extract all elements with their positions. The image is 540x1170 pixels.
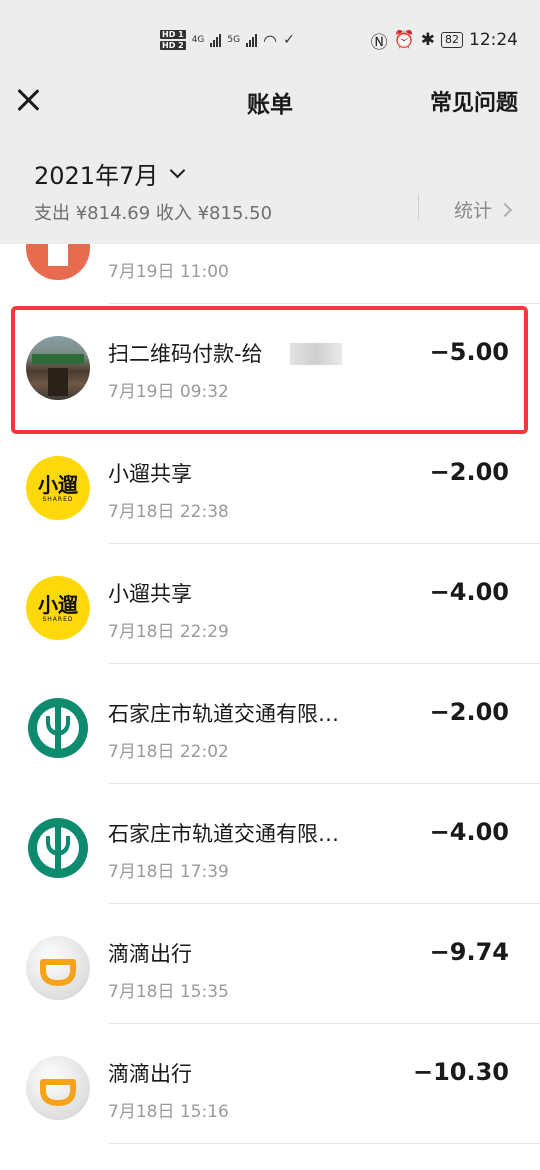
didi-icon xyxy=(40,959,76,986)
xiaoliu-logo-text: 小遛 xyxy=(38,472,78,497)
xiaoliu-logo-text: 小遛 xyxy=(38,592,78,617)
net1-label: 4G xyxy=(191,35,205,45)
xiaoliu-logo: 小遛 SHARED xyxy=(26,456,90,520)
transaction-amount: −10.30 xyxy=(412,1058,509,1086)
abc-bank-icon xyxy=(28,698,88,758)
transaction-name: 滴滴出行 xyxy=(108,1062,192,1086)
xiaoliu-logo-subtext: SHARED xyxy=(42,615,74,623)
transaction-time: 7月18日 22:29 xyxy=(108,622,229,642)
transaction-name: 滴滴出行 xyxy=(108,942,192,966)
transaction-time: 7月19日 11:00 xyxy=(108,262,229,282)
month-totals: 支出 ¥814.69 收入 ¥815.50 xyxy=(34,203,273,224)
partial-red-icon xyxy=(26,244,90,280)
didi-logo xyxy=(26,936,90,1000)
didi-logo xyxy=(26,1056,90,1120)
didi-icon xyxy=(40,1079,76,1106)
transaction-amount: −9.74 xyxy=(429,938,509,966)
list-item[interactable]: 滴滴出行 7月18日 15:16 −10.30 xyxy=(0,1024,540,1144)
list-item[interactable]: 石家庄市轨道交通有限… 7月18日 22:02 −2.00 xyxy=(0,664,540,784)
list-item[interactable]: 小遛 SHARED 小遛共享 7月18日 22:29 −4.00 xyxy=(0,544,540,664)
signal-icon-2 xyxy=(246,33,258,47)
wifi-icon: ◠ xyxy=(263,30,278,50)
transaction-name: 小遛共享 xyxy=(108,582,192,606)
signal-icon xyxy=(210,33,222,47)
status-bar: HD 1 HD 2 4G 5G ◠ ✓ Ⓝ ⏰ ✱ 82 12:24 xyxy=(0,0,540,78)
month-label: 2021年7月 xyxy=(34,162,159,190)
transaction-time: 7月18日 22:02 xyxy=(108,742,229,762)
chevron-down-icon xyxy=(170,162,186,179)
battery-icon: 82 xyxy=(441,32,463,48)
transaction-amount: −4.00 xyxy=(429,578,509,606)
net2-label: 5G xyxy=(227,35,241,45)
hd1-badge: HD 1 xyxy=(160,30,186,39)
abc-bank-icon xyxy=(28,818,88,878)
transaction-amount: −4.00 xyxy=(429,818,509,846)
transaction-name: 石家庄市轨道交通有限… xyxy=(108,702,339,726)
bluetooth-icon: ✱ xyxy=(420,30,435,50)
clock: 12:24 xyxy=(469,30,518,50)
row-divider xyxy=(108,1143,540,1144)
xiaoliu-logo-subtext: SHARED xyxy=(42,495,74,503)
month-summary: 2021年7月 支出 ¥814.69 收入 ¥815.50 统计 xyxy=(0,132,540,244)
chevron-right-icon xyxy=(497,202,513,217)
faq-link[interactable]: 常见问题 xyxy=(430,85,518,117)
alarm-icon: ⏰ xyxy=(393,30,415,50)
hd2-badge: HD 2 xyxy=(160,41,186,50)
transaction-time: 7月18日 17:39 xyxy=(108,862,229,882)
transaction-amount: −2.00 xyxy=(429,698,509,726)
nfc-icon: Ⓝ xyxy=(370,32,388,53)
month-selector[interactable]: 2021年7月 xyxy=(34,156,186,191)
divider xyxy=(418,194,419,220)
list-item[interactable]: 石家庄市轨道交通有限… 7月18日 17:39 −4.00 xyxy=(0,784,540,904)
stats-label: 统计 xyxy=(454,200,493,222)
status-right: Ⓝ ⏰ ✱ 82 12:24 xyxy=(370,28,518,53)
transaction-time: 7月18日 15:35 xyxy=(108,982,229,1002)
highlight-frame xyxy=(11,306,528,434)
list-item[interactable]: 小遛 SHARED 小遛共享 7月18日 22:38 −2.00 xyxy=(0,424,540,544)
abc-bank-logo xyxy=(26,696,90,760)
stats-button[interactable]: 统计 xyxy=(454,196,513,223)
transaction-time: 7月18日 22:38 xyxy=(108,502,229,522)
abc-bank-logo xyxy=(26,816,90,880)
hd-badges: HD 1 HD 2 xyxy=(160,30,186,50)
transaction-time: 7月18日 15:16 xyxy=(108,1102,229,1122)
list-item[interactable]: 7月19日 11:00 xyxy=(0,244,540,304)
notification-icon: ✓ xyxy=(283,32,295,48)
transaction-name: 小遛共享 xyxy=(108,462,192,486)
list-item[interactable]: 滴滴出行 7月18日 15:35 −9.74 xyxy=(0,904,540,1024)
status-left: HD 1 HD 2 4G 5G ◠ ✓ xyxy=(160,26,295,54)
xiaoliu-logo: 小遛 SHARED xyxy=(26,576,90,640)
nav-bar: 账单 常见问题 xyxy=(0,78,540,132)
partial-red-icon-glyph xyxy=(48,244,68,266)
transaction-name: 石家庄市轨道交通有限… xyxy=(108,822,339,846)
transaction-amount: −2.00 xyxy=(429,458,509,486)
